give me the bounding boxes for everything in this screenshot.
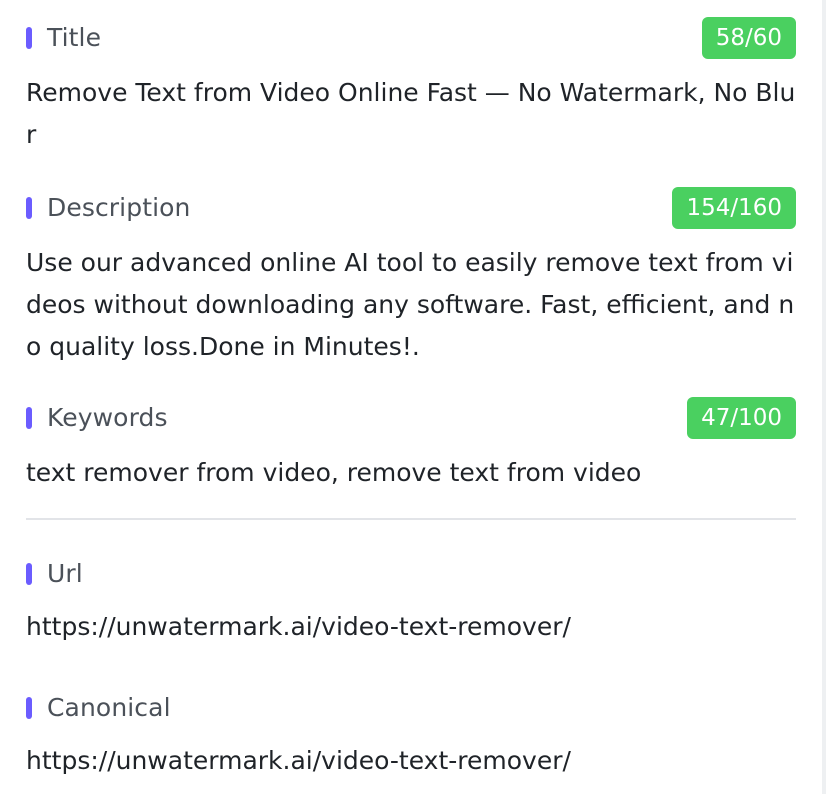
keywords-accent-bar: [26, 407, 32, 429]
scrollbar-track[interactable]: [822, 0, 826, 794]
section-divider: [26, 518, 796, 520]
url-header: Url: [26, 552, 796, 596]
description-value: Use our advanced online AI tool to easil…: [26, 248, 795, 361]
title-value: Remove Text from Video Online Fast — No …: [26, 78, 796, 149]
keywords-header: Keywords 47/100: [26, 396, 796, 440]
url-label: Url: [47, 559, 83, 588]
canonical-label: Canonical: [47, 693, 171, 722]
description-section: Description 154/160 Use our advanced onl…: [26, 186, 796, 368]
description-header: Description 154/160: [26, 186, 796, 230]
title-label: Title: [47, 23, 102, 52]
description-label: Description: [47, 193, 191, 222]
title-section: Title 58/60 Remove Text from Video Onlin…: [26, 16, 796, 156]
title-accent-bar: [26, 27, 32, 49]
keywords-section: Keywords 47/100 text remover from video,…: [26, 396, 796, 494]
keywords-label: Keywords: [47, 403, 168, 432]
canonical-section: Canonical https://unwatermark.ai/video-t…: [26, 686, 796, 782]
url-accent-bar: [26, 563, 32, 585]
keywords-char-count-badge: 47/100: [687, 397, 796, 439]
canonical-header: Canonical: [26, 686, 796, 730]
url-section: Url https://unwatermark.ai/video-text-re…: [26, 552, 796, 648]
keywords-value: text remover from video, remove text fro…: [26, 458, 642, 487]
canonical-accent-bar: [26, 697, 32, 719]
title-char-count-badge: 58/60: [701, 17, 796, 59]
description-char-count-badge: 154/160: [672, 187, 796, 229]
seo-meta-panel: Title 58/60 Remove Text from Video Onlin…: [26, 16, 796, 782]
title-header: Title 58/60: [26, 16, 796, 60]
description-accent-bar: [26, 197, 32, 219]
url-value: https://unwatermark.ai/video-text-remove…: [26, 612, 571, 641]
canonical-value: https://unwatermark.ai/video-text-remove…: [26, 746, 571, 775]
